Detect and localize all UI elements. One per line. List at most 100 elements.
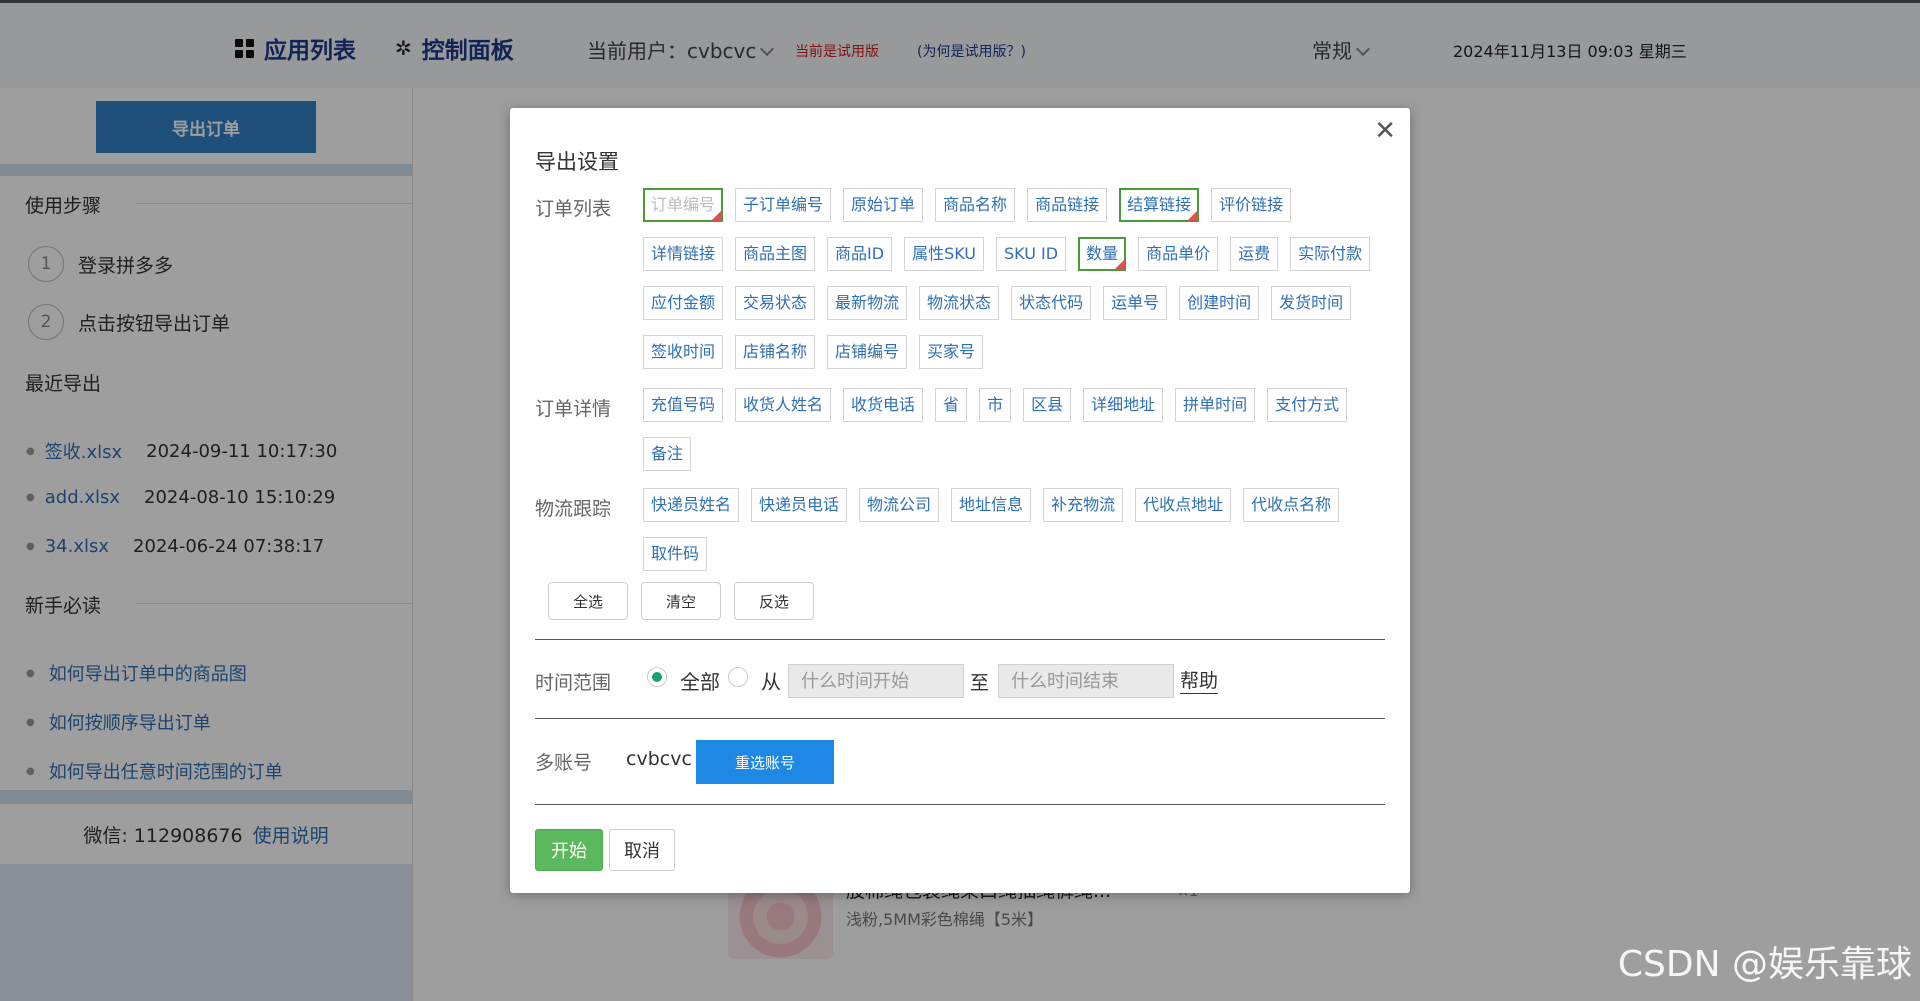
field-option-label: 运单号 [1111, 293, 1160, 312]
field-option[interactable]: 详情链接 [643, 237, 724, 271]
field-option[interactable]: 商品名称 [935, 188, 1016, 222]
field-option-label: 应付金额 [651, 293, 716, 312]
reselect-account-button[interactable]: 重选账号 [696, 740, 834, 784]
field-option[interactable]: 拼单时间 [1175, 388, 1256, 422]
field-option[interactable]: 子订单编号 [735, 188, 832, 222]
field-option[interactable]: 运单号 [1103, 286, 1168, 320]
field-option-label: SKU ID [1004, 244, 1059, 263]
field-option[interactable]: 充值号码 [643, 388, 724, 422]
field-option-label: 商品单价 [1146, 244, 1211, 263]
field-option[interactable]: 商品链接 [1027, 188, 1108, 222]
field-option[interactable]: 详细地址 [1083, 388, 1164, 422]
close-icon[interactable]: ✕ [1374, 116, 1396, 146]
field-option[interactable]: 代收点名称 [1243, 488, 1340, 522]
divider [535, 639, 1385, 640]
end-time-input[interactable] [998, 664, 1174, 698]
field-option[interactable]: 评价链接 [1211, 188, 1292, 222]
field-option[interactable]: 应付金额 [643, 286, 724, 320]
field-option-label: 商品链接 [1035, 195, 1100, 214]
select-all-button[interactable]: 全选 [548, 582, 628, 620]
field-option-label: 快递员电话 [759, 495, 840, 514]
radio-from[interactable] [728, 667, 748, 687]
field-option[interactable]: 取件码 [643, 537, 708, 571]
field-option[interactable]: 发货时间 [1271, 286, 1352, 320]
field-option-label: 快递员姓名 [651, 495, 732, 514]
to-label: 至 [970, 672, 990, 694]
field-option[interactable]: 店铺编号 [827, 335, 908, 369]
field-option-label: 收货人姓名 [743, 395, 824, 414]
field-option[interactable]: 状态代码 [1011, 286, 1092, 320]
field-option[interactable]: 快递员姓名 [643, 488, 740, 522]
cancel-button[interactable]: 取消 [609, 829, 675, 871]
invert-button[interactable]: 反选 [734, 582, 814, 620]
field-option-label: 商品ID [835, 244, 885, 263]
field-option[interactable]: 地址信息 [951, 488, 1032, 522]
divider [535, 718, 1385, 719]
clear-button[interactable]: 清空 [641, 582, 721, 620]
field-option[interactable]: 原始订单 [843, 188, 924, 222]
field-option-label: 补充物流 [1051, 495, 1116, 514]
field-option-label: 取件码 [651, 544, 700, 563]
field-option-label: 店铺编号 [835, 342, 900, 361]
field-option[interactable]: 区县 [1023, 388, 1072, 422]
field-option[interactable]: 属性SKU [904, 237, 985, 271]
start-button[interactable]: 开始 [535, 829, 603, 871]
field-option[interactable]: 签收时间 [643, 335, 724, 369]
help-link[interactable]: 帮助 [1180, 666, 1219, 694]
field-option[interactable]: 市 [979, 388, 1012, 422]
field-option[interactable]: 店铺名称 [735, 335, 816, 369]
field-option[interactable]: 省 [935, 388, 968, 422]
field-option-label: 代收点地址 [1143, 495, 1224, 514]
field-option[interactable]: 物流公司 [859, 488, 940, 522]
watermark: CSDN @娱乐靠球 [1617, 944, 1912, 985]
radio-all[interactable] [647, 667, 667, 687]
field-option-label: 原始订单 [851, 195, 916, 214]
field-option[interactable]: 收货人姓名 [735, 388, 832, 422]
multi-account-label: 多账号 [535, 752, 593, 774]
field-option[interactable]: 备注 [643, 437, 692, 471]
field-option[interactable]: 实际付款 [1290, 237, 1371, 271]
field-option[interactable]: 商品ID [827, 237, 893, 271]
field-option[interactable]: 代收点地址 [1135, 488, 1232, 522]
field-option-label: 评价链接 [1219, 195, 1284, 214]
start-time-input[interactable] [788, 664, 964, 698]
field-option[interactable]: 运费 [1230, 237, 1279, 271]
field-option[interactable]: 物流状态 [919, 286, 1000, 320]
field-option[interactable]: 支付方式 [1267, 388, 1348, 422]
field-option[interactable]: 结算链接 [1119, 188, 1200, 222]
field-option-label: 支付方式 [1275, 395, 1340, 414]
field-option[interactable]: 最新物流 [827, 286, 908, 320]
export-settings-dialog: ✕ 导出设置 订单列表 订单编号 子订单编号 原始订单 商品名称 商品链接 结算链接 评价链… [510, 108, 1410, 893]
selected-corner-icon [1114, 259, 1126, 270]
field-option-label: 商品名称 [943, 195, 1008, 214]
field-option[interactable]: 订单编号 [643, 188, 724, 222]
field-option[interactable]: 交易状态 [735, 286, 816, 320]
field-option[interactable]: 创建时间 [1179, 286, 1260, 320]
order-detail-label: 订单详情 [535, 398, 612, 420]
field-option[interactable]: 快递员电话 [751, 488, 848, 522]
field-option[interactable]: 收货电话 [843, 388, 924, 422]
field-option-label: 市 [987, 395, 1004, 414]
field-option-label: 省 [943, 395, 960, 414]
field-option-label: 物流状态 [927, 293, 992, 312]
logistics-fields: 快递员姓名 快递员电话 物流公司 地址信息 补充物流 代收点地址 代收点名称取件码 [643, 488, 1383, 571]
field-option-label: 实际付款 [1298, 244, 1363, 263]
time-range-label: 时间范围 [535, 672, 612, 694]
field-option-label: 创建时间 [1187, 293, 1252, 312]
radio-from-label: 从 [761, 670, 781, 694]
field-option[interactable]: 数量 [1078, 237, 1127, 271]
field-option[interactable]: 商品单价 [1138, 237, 1219, 271]
field-option[interactable]: 商品主图 [735, 237, 816, 271]
field-option[interactable]: 补充物流 [1043, 488, 1124, 522]
field-option-label: 属性SKU [912, 244, 977, 263]
order-list-fields: 订单编号 子订单编号 原始订单 商品名称 商品链接 结算链接 评价链接详情链接 商品主图 商品I… [643, 188, 1383, 369]
field-option-label: 物流公司 [867, 495, 932, 514]
field-option[interactable]: 买家号 [919, 335, 984, 369]
field-option-label: 详情链接 [651, 244, 716, 263]
field-option-label: 买家号 [927, 342, 976, 361]
field-option-label: 子订单编号 [743, 195, 824, 214]
field-option-label: 结算链接 [1127, 195, 1192, 214]
field-option[interactable]: SKU ID [996, 237, 1067, 271]
divider [535, 804, 1385, 805]
field-option-label: 发货时间 [1279, 293, 1344, 312]
